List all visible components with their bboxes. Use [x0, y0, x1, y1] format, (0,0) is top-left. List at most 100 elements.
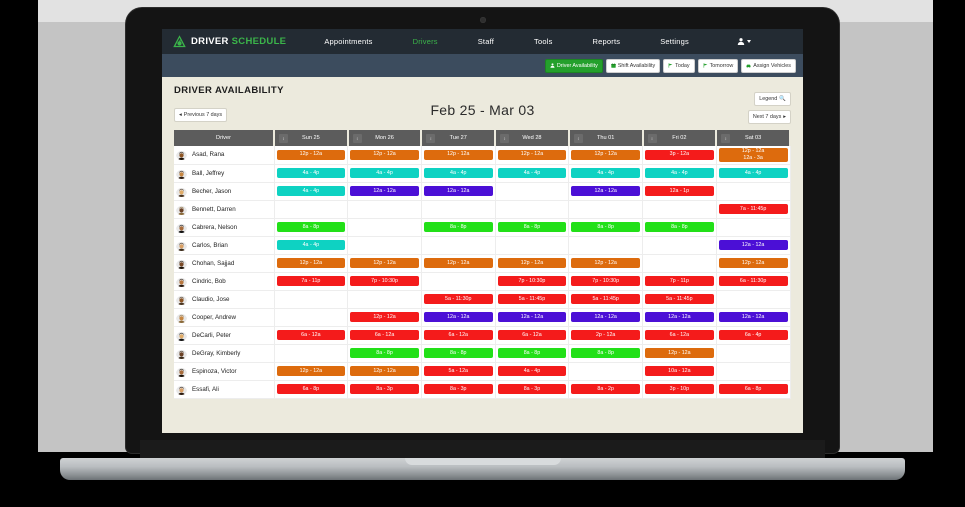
shift-cell[interactable] [568, 236, 644, 255]
shift-chip[interactable]: 12p - 12a [645, 348, 714, 358]
shift-chip[interactable]: 8a - 3p [497, 384, 567, 394]
shift-chip[interactable]: 12a - 12a [423, 312, 493, 322]
shift-cell[interactable]: 12a - 12a [716, 236, 791, 255]
shift-cell[interactable] [716, 362, 791, 381]
shift-cell[interactable]: 7a - 11:45p [716, 200, 791, 219]
shift-chip[interactable]: 8a - 8p [350, 348, 419, 358]
shift-cell[interactable] [495, 236, 570, 255]
table-row[interactable]: Claudio, Jose 5a - 11:30p 5a - 11:45p 5a - … [174, 290, 791, 309]
shift-cell[interactable]: 6a - 4p [716, 326, 791, 345]
shift-cell[interactable]: 8a - 8p [568, 218, 644, 237]
shift-cell[interactable] [347, 236, 422, 255]
shift-chip[interactable]: 4a - 4p [276, 240, 346, 250]
shift-cell[interactable]: 4a - 4p [568, 164, 644, 183]
shift-cell[interactable] [716, 344, 791, 363]
shift-cell[interactable]: 12a - 12a [642, 308, 717, 327]
nav-item-settings[interactable]: Settings [640, 37, 709, 46]
shift-chip[interactable]: 5a - 11:45p [571, 294, 641, 304]
nav-item-tools[interactable]: Tools [514, 37, 573, 46]
shift-cell[interactable]: 4a - 4p [274, 164, 349, 183]
shift-cell[interactable]: 8a - 2p [568, 380, 644, 399]
table-row[interactable]: Bennett, Darren 7a - 11:45p [174, 200, 791, 219]
shift-cell[interactable]: 8a - 8p [568, 344, 644, 363]
column-header-day-5[interactable]: ↕ Fri 02 [642, 130, 718, 146]
shift-cell[interactable]: 7p - 11p [642, 272, 717, 291]
shift-cell[interactable]: 6a - 8p [274, 380, 349, 399]
shift-cell[interactable]: 7p - 10:30p [495, 272, 570, 291]
shift-cell[interactable]: 6a - 8p [716, 380, 791, 399]
shift-cell[interactable]: 12p - 12a [568, 254, 644, 273]
shift-cell[interactable]: 6a - 12a [495, 326, 570, 345]
shift-cell[interactable]: 12p - 12a [347, 254, 422, 273]
shift-chip[interactable]: 12p - 12a [497, 149, 567, 160]
shift-cell[interactable]: 12p - 12a [274, 254, 349, 273]
shift-cell[interactable]: 12p - 12a [495, 146, 570, 165]
shift-chip[interactable]: 6a - 12a [645, 330, 714, 340]
shift-chip[interactable]: 3p - 12a [645, 149, 714, 160]
shift-chip[interactable]: 8a - 8p [571, 348, 641, 358]
column-header-day-2[interactable]: ↕ Tue 27 [421, 130, 497, 146]
shift-chip[interactable]: 12p - 12a [718, 258, 788, 268]
shift-chip[interactable]: 12a - 12a [718, 312, 788, 322]
shift-chip[interactable]: 12p - 12a [350, 149, 419, 160]
shift-cell[interactable] [568, 200, 644, 219]
shift-cell[interactable] [347, 218, 422, 237]
shift-cell[interactable]: 7p - 10:30p [568, 272, 644, 291]
shift-cell[interactable]: 12a - 1p [642, 182, 717, 201]
driver-availability-button[interactable]: Driver Availability [544, 58, 603, 73]
shift-chip[interactable]: 6a - 4p [718, 330, 788, 340]
shift-chip[interactable]: 12p - 12a [276, 149, 346, 160]
shift-cell[interactable]: 4a - 4p [421, 164, 496, 183]
shift-chip[interactable]: 8a - 8p [423, 222, 493, 232]
shift-chip[interactable]: 8a - 8p [497, 222, 567, 232]
shift-cell[interactable]: 2p - 12a [568, 326, 644, 345]
shift-cell[interactable] [716, 290, 791, 309]
shift-chip[interactable]: 4a - 4p [718, 168, 788, 178]
shift-cell[interactable]: 6a - 12a [347, 326, 422, 345]
shift-chip[interactable]: 12a - 12a [571, 186, 641, 196]
table-row[interactable]: Cooper, Andrew 12p - 12a 12a - 12a 12a - 12… [174, 308, 791, 327]
shift-cell[interactable]: 5a - 11:45p [495, 290, 570, 309]
column-header-day-6[interactable]: ↕ Sat 03 [716, 130, 791, 146]
shift-chip[interactable]: 6a - 12a [497, 330, 567, 340]
shift-chip[interactable]: 7a - 11p [276, 276, 346, 286]
shift-cell[interactable]: 12p - 12a [274, 362, 349, 381]
sort-icon[interactable]: ↕ [721, 133, 731, 143]
shift-chip[interactable]: 5a - 11:30p [423, 294, 493, 304]
driver-cell[interactable]: Bennett, Darren [174, 200, 275, 219]
table-row[interactable]: Espinoza, Victor 12p - 12a 12p - 12a 5a - 1… [174, 362, 791, 381]
shift-cell[interactable]: 12p - 12a [347, 146, 422, 165]
shift-cell[interactable]: 12p - 12a 12a - 3a [716, 146, 791, 165]
shift-cell[interactable]: 5a - 11:30p [421, 290, 496, 309]
shift-chip[interactable]: 12a - 12a [423, 186, 493, 196]
shift-cell[interactable]: 6a - 12a [421, 326, 496, 345]
table-row[interactable]: Asad, Rana 12p - 12a 12p - 12a 12p - 12a 12p… [174, 146, 791, 165]
shift-cell[interactable] [495, 200, 570, 219]
shift-chip[interactable]: 8a - 3p [350, 384, 419, 394]
shift-chip[interactable]: 12p - 12a [350, 312, 419, 322]
column-header-driver[interactable]: Driver [174, 130, 275, 146]
shift-chip[interactable]: 12p - 12a [350, 258, 419, 268]
nav-item-appointments[interactable]: Appointments [304, 37, 392, 46]
shift-chip[interactable]: 4a - 4p [497, 366, 567, 376]
table-row[interactable]: DeCarli, Peter 6a - 12a 6a - 12a 6a - 12a 6a… [174, 326, 791, 345]
shift-cell[interactable]: 8a - 8p [495, 218, 570, 237]
shift-chip[interactable]: 4a - 4p [276, 186, 346, 196]
shift-chip[interactable]: 5a - 11:45p [645, 294, 714, 304]
today-button[interactable]: Today [663, 58, 695, 73]
nav-item-drivers[interactable]: Drivers [393, 37, 458, 46]
shift-chip[interactable]: 7p - 10:30p [350, 276, 419, 286]
shift-cell[interactable]: 8a - 3p [421, 380, 496, 399]
shift-cell[interactable]: 4a - 4p [495, 362, 570, 381]
shift-chip[interactable]: 5a - 11:45p [497, 294, 567, 304]
shift-chip[interactable]: 12p - 12a 12a - 3a [718, 147, 788, 162]
shift-chip[interactable]: 8a - 2p [571, 384, 641, 394]
shift-cell[interactable]: 12p - 12a [568, 146, 644, 165]
shift-chip[interactable]: 8a - 8p [571, 222, 641, 232]
sort-icon[interactable]: ↕ [352, 133, 362, 143]
shift-cell[interactable]: 12p - 12a [347, 362, 422, 381]
driver-cell[interactable]: Becher, Jason [174, 182, 275, 201]
table-row[interactable]: DeGray, Kimberly 8a - 8p 8a - 8p 8a - 8p 8a … [174, 344, 791, 363]
brand-logo[interactable]: DRIVER SCHEDULE [172, 34, 286, 49]
shift-chip[interactable]: 6a - 8p [718, 384, 788, 394]
